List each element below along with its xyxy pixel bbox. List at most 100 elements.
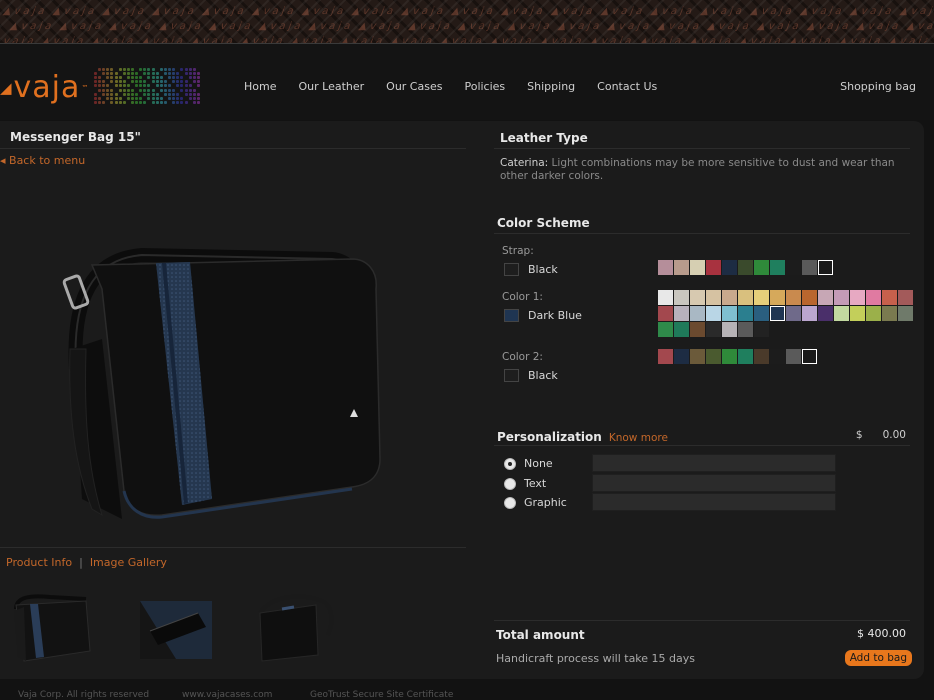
color1-swatch[interactable] xyxy=(786,290,801,305)
color1-swatch[interactable] xyxy=(802,306,817,321)
color1-swatch[interactable] xyxy=(674,306,689,321)
personalization-option-graphic[interactable]: Graphic xyxy=(504,496,567,509)
thumbnail-front[interactable] xyxy=(10,591,94,667)
color1-swatch[interactable] xyxy=(706,290,721,305)
strap-swatch[interactable] xyxy=(674,260,689,275)
footer-certificate[interactable]: GeoTrust Secure Site Certificate xyxy=(310,690,453,700)
color1-swatch[interactable] xyxy=(722,306,737,321)
color1-swatch[interactable] xyxy=(722,290,737,305)
color1-swatch[interactable] xyxy=(690,290,705,305)
color1-swatch[interactable] xyxy=(770,290,785,305)
thumbnail-detail[interactable] xyxy=(136,591,220,667)
color1-swatch[interactable] xyxy=(738,290,753,305)
strap-selected-color: Black xyxy=(504,263,558,276)
strap-swatch[interactable] xyxy=(738,260,753,275)
strap-swatch[interactable] xyxy=(722,260,737,275)
personalization-option-text[interactable]: Text xyxy=(504,477,546,490)
color1-swatch[interactable] xyxy=(754,322,769,337)
leather-type-heading: Leather Type xyxy=(500,131,588,145)
color1-swatch[interactable] xyxy=(706,306,721,321)
color2-swatch[interactable] xyxy=(658,349,673,364)
color2-swatch[interactable] xyxy=(690,349,705,364)
messenger-bag-image[interactable] xyxy=(62,219,382,521)
footer-site-link[interactable]: www.vajacases.com xyxy=(182,690,272,700)
color1-swatch[interactable] xyxy=(802,290,817,305)
color2-swatch[interactable] xyxy=(674,349,689,364)
nav-policies[interactable]: Policies xyxy=(464,80,505,93)
personalization-input-none[interactable] xyxy=(592,454,836,472)
tab-product-info[interactable]: Product Info xyxy=(6,556,72,569)
know-more-link[interactable]: Know more xyxy=(609,432,668,444)
color1-swatch[interactable] xyxy=(786,306,801,321)
tab-separator: | xyxy=(79,556,83,569)
radio-graphic[interactable] xyxy=(504,496,516,509)
color1-swatch[interactable] xyxy=(754,306,769,321)
color1-swatch[interactable] xyxy=(674,322,689,337)
color1-swatch[interactable] xyxy=(898,306,913,321)
color1-swatch[interactable] xyxy=(706,322,721,337)
nav-home[interactable]: Home xyxy=(244,80,276,93)
color1-swatch[interactable] xyxy=(818,290,833,305)
color1-swatch[interactable] xyxy=(866,290,881,305)
divider xyxy=(494,620,910,621)
color2-swatch[interactable] xyxy=(754,349,769,364)
strap-swatch[interactable] xyxy=(770,260,785,275)
color2-swatch[interactable] xyxy=(706,349,721,364)
radio-none[interactable] xyxy=(504,457,516,470)
color1-swatch[interactable] xyxy=(882,306,897,321)
strap-swatch[interactable] xyxy=(786,260,801,275)
footer-copyright: Vaja Corp. All rights reserved xyxy=(18,690,150,700)
leather-pattern-banner: ▲vaja ▲vaja ▲vaja ▲vaja ▲vaja ▲vaja ▲vaj… xyxy=(0,0,934,44)
option-text-label: Text xyxy=(524,477,547,490)
strap-swatch[interactable] xyxy=(818,260,833,275)
personalization-input-text[interactable] xyxy=(592,474,836,492)
configuration-column: Leather Type Caterina: Light combination… xyxy=(486,121,924,679)
strap-swatch[interactable] xyxy=(690,260,705,275)
color1-swatch[interactable] xyxy=(690,306,705,321)
personalization-option-none[interactable]: None xyxy=(504,457,553,470)
color2-swatch[interactable] xyxy=(786,349,801,364)
color1-swatch[interactable] xyxy=(834,306,849,321)
color1-swatch[interactable] xyxy=(754,290,769,305)
color2-swatch[interactable] xyxy=(770,349,785,364)
color1-swatch[interactable] xyxy=(722,322,737,337)
color1-swatch[interactable] xyxy=(658,290,673,305)
color1-swatch[interactable] xyxy=(658,322,673,337)
add-to-bag-button[interactable]: Add to bag xyxy=(844,650,912,666)
color2-swatch[interactable] xyxy=(722,349,737,364)
nav-our-leather[interactable]: Our Leather xyxy=(298,80,364,93)
color2-swatch[interactable] xyxy=(802,349,817,364)
strap-swatch[interactable] xyxy=(706,260,721,275)
color1-swatch[interactable] xyxy=(834,290,849,305)
radio-text[interactable] xyxy=(504,477,516,490)
vaja-logo[interactable]: ◢ vaja ™ xyxy=(0,70,88,106)
color1-swatch[interactable] xyxy=(738,322,753,337)
color1-label: Color 1: xyxy=(502,291,543,303)
strap-swatch[interactable] xyxy=(658,260,673,275)
color1-swatch[interactable] xyxy=(898,290,913,305)
personalization-input-graphic[interactable] xyxy=(592,493,836,511)
color2-swatch[interactable] xyxy=(738,349,753,364)
strap-swatch[interactable] xyxy=(754,260,769,275)
nav-contact-us[interactable]: Contact Us xyxy=(597,80,657,93)
color1-swatch[interactable] xyxy=(674,290,689,305)
color1-swatch[interactable] xyxy=(738,306,753,321)
color1-swatch[interactable] xyxy=(658,306,673,321)
color1-swatch[interactable] xyxy=(770,306,785,321)
nav-our-cases[interactable]: Our Cases xyxy=(386,80,442,93)
shopping-bag-link[interactable]: Shopping bag xyxy=(840,80,916,93)
logo-word: vaja xyxy=(13,70,81,105)
divider xyxy=(0,547,466,548)
strap-swatch[interactable] xyxy=(802,260,817,275)
nav-shipping[interactable]: Shipping xyxy=(527,80,575,93)
color1-swatch[interactable] xyxy=(850,290,865,305)
color1-swatch[interactable] xyxy=(882,290,897,305)
color1-swatch[interactable] xyxy=(866,306,881,321)
color1-swatch[interactable] xyxy=(690,322,705,337)
color1-swatch[interactable] xyxy=(850,306,865,321)
color1-selected-color: Dark Blue xyxy=(504,309,582,322)
tab-image-gallery[interactable]: Image Gallery xyxy=(90,556,167,569)
thumbnail-back[interactable] xyxy=(252,591,336,667)
back-to-menu-link[interactable]: ◂ Back to menu xyxy=(0,154,85,167)
color1-swatch[interactable] xyxy=(818,306,833,321)
